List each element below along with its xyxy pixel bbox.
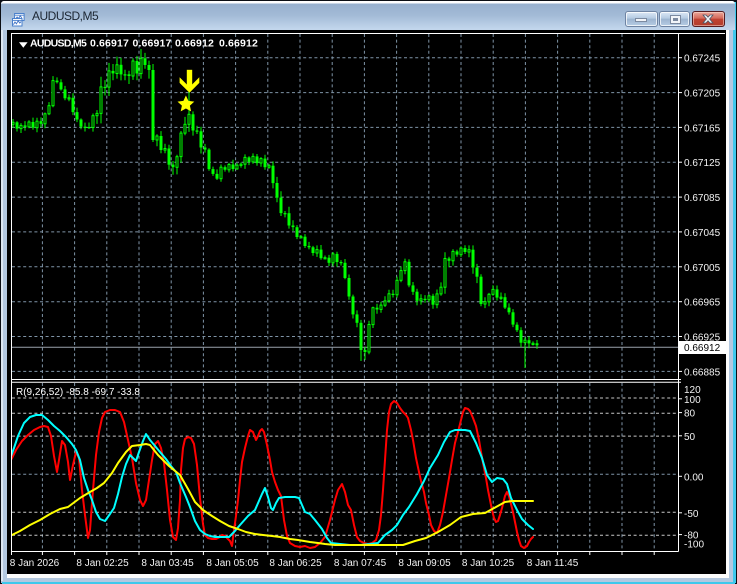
svg-text:0.67085: 0.67085 — [684, 193, 721, 204]
svg-text:0.67245: 0.67245 — [684, 54, 721, 65]
svg-text:8 Jan 05:05: 8 Jan 05:05 — [206, 558, 259, 569]
svg-text:0.66917: 0.66917 — [90, 38, 129, 50]
svg-text:50: 50 — [684, 432, 696, 443]
svg-text:8 Jan 10:25: 8 Jan 10:25 — [462, 558, 515, 569]
svg-text:R(9,26,52) -85.8 -69.7 -33.8: R(9,26,52) -85.8 -69.7 -33.8 — [16, 387, 140, 398]
svg-text:AUDUSD,M5: AUDUSD,M5 — [30, 38, 87, 50]
svg-text:8 Jan 03:45: 8 Jan 03:45 — [141, 558, 194, 569]
svg-text:0.66885: 0.66885 — [684, 367, 721, 378]
svg-text:8 Jan 02:25: 8 Jan 02:25 — [76, 558, 129, 569]
svg-text:8 Jan 2026: 8 Jan 2026 — [10, 558, 60, 569]
svg-text:0.67005: 0.67005 — [684, 263, 721, 274]
svg-text:0.67045: 0.67045 — [684, 228, 721, 239]
svg-text:0.66917: 0.66917 — [133, 38, 172, 50]
svg-text:0.00: 0.00 — [684, 472, 704, 483]
svg-text:8 Jan 09:05: 8 Jan 09:05 — [398, 558, 451, 569]
svg-text:0.67205: 0.67205 — [684, 89, 721, 100]
svg-text:0.66912: 0.66912 — [219, 38, 258, 50]
svg-text:-50: -50 — [684, 509, 699, 520]
svg-text:8 Jan 07:45: 8 Jan 07:45 — [334, 558, 387, 569]
svg-text:0.66912: 0.66912 — [684, 343, 721, 354]
svg-text:0.67165: 0.67165 — [684, 123, 721, 134]
svg-text:0.67125: 0.67125 — [684, 158, 721, 169]
svg-text:0.66965: 0.66965 — [684, 298, 721, 309]
svg-text:8 Jan 11:45: 8 Jan 11:45 — [527, 558, 579, 569]
svg-text:0.66912: 0.66912 — [175, 38, 214, 50]
svg-text:-100: -100 — [684, 540, 704, 551]
svg-text:100: 100 — [684, 395, 701, 406]
svg-text:80: 80 — [684, 409, 696, 420]
svg-text:8 Jan 06:25: 8 Jan 06:25 — [269, 558, 322, 569]
